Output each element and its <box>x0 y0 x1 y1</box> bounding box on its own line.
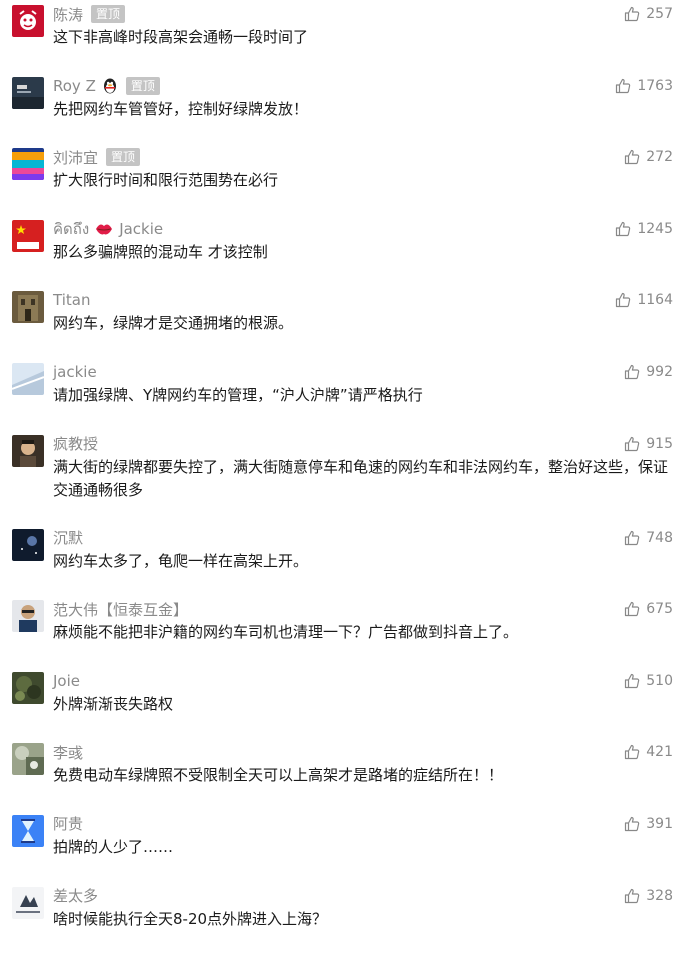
comment-item: 差太多 啥时候能执行全天8-20点外牌进入上海？ 328 <box>0 882 693 953</box>
comment-list: 陈涛 置顶 这下非高峰时段高架会通畅一段时间了 257 Roy Z 置顶 先把网… <box>0 0 693 953</box>
like-count: 510 <box>646 672 673 689</box>
thumbs-up-icon <box>625 6 640 22</box>
comment-item: 刘沛宜 置顶 扩大限行时间和限行范围势在必行 272 <box>0 143 693 215</box>
pinned-badge: 置顶 <box>125 76 160 95</box>
thumbs-up-icon <box>625 816 640 832</box>
like-button[interactable]: 992 <box>624 361 673 383</box>
comment-item: Roy Z 置顶 先把网约车管管好，控制好绿牌发放！ 1763 <box>0 72 693 144</box>
comment-text: 那么多骗牌照的混动车 才该控制 <box>53 242 268 261</box>
like-button[interactable]: 1245 <box>615 218 673 240</box>
comment-text: 这下非高峰时段高架会通畅一段时间了 <box>53 28 309 46</box>
thumbs-up-icon <box>625 602 640 617</box>
username[interactable]: 疯教授 <box>53 433 98 454</box>
avatar[interactable] <box>12 76 44 109</box>
username[interactable]: 沉默 <box>53 527 83 548</box>
thumbs-up-icon <box>625 745 640 760</box>
comment-item: 沉默 网约车太多了，龟爬一样在高架上开。 748 <box>0 524 693 596</box>
comment-item: 陈涛 置顶 这下非高峰时段高架会通畅一段时间了 257 <box>0 0 693 72</box>
comment-text: 啥时候能执行全天8-20点外牌进入上海？ <box>53 909 328 928</box>
thumbs-up-icon <box>625 530 640 545</box>
comment-text: 满大街的绿牌都要失控了，满大街随意停车和龟速的网约车和非法网约车，整治好这些，保… <box>53 457 669 499</box>
username[interactable]: คิดถึง <box>53 217 89 241</box>
comment-text: 请加强绿牌、Y牌网约车的管理，“沪人沪牌”请严格执行 <box>53 385 423 404</box>
thumbs-up-icon <box>616 221 631 236</box>
username[interactable]: 刘沛宜 <box>53 147 98 168</box>
avatar[interactable] <box>12 219 44 252</box>
like-count: 748 <box>646 529 673 546</box>
avatar[interactable] <box>12 5 44 37</box>
comment-item: 李彧 免费电动车绿牌照不受限制全天可以上高架才是路堵的症结所在！！ 421 <box>0 738 693 810</box>
comment-item: jackie 请加强绿牌、Y牌网约车的管理，“沪人沪牌”请严格执行 992 <box>0 358 693 430</box>
like-count: 257 <box>646 6 673 22</box>
like-count: 1763 <box>637 77 673 94</box>
comment-text: 外牌渐渐丧失路权 <box>53 694 174 713</box>
thumbs-up-icon <box>625 364 640 380</box>
like-count: 915 <box>646 435 673 452</box>
like-count: 391 <box>646 815 673 832</box>
comment-item: คิดถึง Jackie 那么多骗牌照的混动车 才该控制 1245 <box>0 215 693 287</box>
pinned-badge: 置顶 <box>91 5 126 23</box>
comment-item: 阿贵 拍牌的人少了…… 391 <box>0 810 693 882</box>
username[interactable]: 阿贵 <box>53 813 83 834</box>
like-button[interactable]: 1763 <box>615 75 673 97</box>
username-secondary[interactable]: Jackie <box>119 220 163 238</box>
avatar[interactable] <box>12 600 44 633</box>
like-count: 675 <box>646 601 673 618</box>
username[interactable]: Roy Z <box>53 77 96 95</box>
pinned-badge: 置顶 <box>106 148 141 167</box>
like-count: 1164 <box>637 292 673 309</box>
qq-penguin-icon <box>102 77 118 95</box>
comment-item: 疯教授 满大街的绿牌都要失控了，满大街随意停车和龟速的网约车和非法网约车，整治好… <box>0 430 693 524</box>
thumbs-up-icon <box>625 673 640 688</box>
like-count: 992 <box>646 363 673 380</box>
like-count: 421 <box>646 744 673 761</box>
avatar[interactable] <box>12 434 44 467</box>
thumbs-up-icon <box>625 436 640 451</box>
comment-text: 麻烦能不能把非沪籍的网约车司机也清理一下？广告都做到抖音上了。 <box>53 623 519 642</box>
avatar[interactable] <box>12 814 44 847</box>
username[interactable]: 李彧 <box>53 742 83 763</box>
like-button[interactable]: 510 <box>624 670 673 692</box>
comment-text: 网约车太多了，龟爬一样在高架上开。 <box>53 551 309 570</box>
like-button[interactable]: 391 <box>624 813 673 835</box>
avatar[interactable] <box>12 886 44 919</box>
like-count: 328 <box>646 887 673 904</box>
username[interactable]: Joie <box>53 672 80 690</box>
comment-text: 拍牌的人少了…… <box>53 837 174 856</box>
like-button[interactable]: 675 <box>624 598 673 620</box>
comment-text: 先把网约车管管好，控制好绿牌发放！ <box>53 99 309 118</box>
like-count: 1245 <box>637 220 673 237</box>
like-button[interactable]: 272 <box>624 146 673 168</box>
avatar[interactable] <box>12 148 44 181</box>
username[interactable]: Titan <box>53 291 90 309</box>
username[interactable]: jackie <box>53 363 97 381</box>
comment-text: 网约车，绿牌才是交通拥堵的根源。 <box>53 314 294 333</box>
username[interactable]: 范大伟【恒泰互金】 <box>53 599 188 620</box>
like-button[interactable]: 257 <box>624 3 673 25</box>
thumbs-up-icon <box>616 293 631 308</box>
like-button[interactable]: 328 <box>624 885 673 907</box>
like-button[interactable]: 915 <box>624 433 673 455</box>
comment-item: Titan 网约车，绿牌才是交通拥堵的根源。 1164 <box>0 286 693 358</box>
thumbs-up-icon <box>625 888 640 903</box>
thumbs-up-icon <box>616 78 631 93</box>
avatar[interactable] <box>12 528 44 561</box>
thumbs-up-icon <box>625 150 640 165</box>
lips-icon <box>95 221 113 237</box>
avatar[interactable] <box>12 291 44 324</box>
like-count: 272 <box>646 149 673 166</box>
like-button[interactable]: 1164 <box>615 289 673 311</box>
comment-text: 扩大限行时间和限行范围势在必行 <box>53 171 279 190</box>
like-button[interactable]: 748 <box>624 527 673 549</box>
username[interactable]: 差太多 <box>53 885 98 906</box>
like-button[interactable]: 421 <box>624 741 673 763</box>
comment-item: 范大伟【恒泰互金】 麻烦能不能把非沪籍的网约车司机也清理一下？广告都做到抖音上了… <box>0 595 693 667</box>
avatar[interactable] <box>12 671 44 704</box>
comment-item: Joie 外牌渐渐丧失路权 510 <box>0 667 693 739</box>
avatar[interactable] <box>12 743 44 776</box>
username[interactable]: 陈涛 <box>53 4 83 25</box>
comment-text: 免费电动车绿牌照不受限制全天可以上高架才是路堵的症结所在！！ <box>53 766 504 785</box>
avatar[interactable] <box>12 362 44 395</box>
